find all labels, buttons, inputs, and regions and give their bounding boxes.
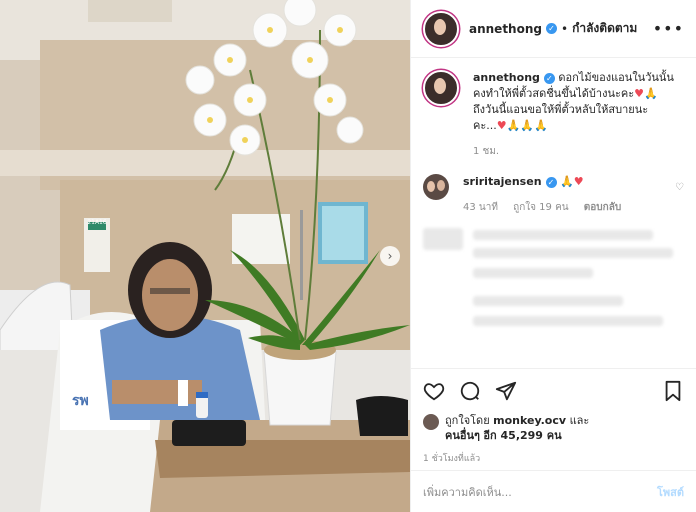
comment-username[interactable]: sriritajensen: [463, 175, 542, 188]
bookmark-icon[interactable]: [662, 380, 684, 402]
hospital-room-photo: [0, 0, 410, 512]
verified-icon: ✓: [543, 72, 555, 84]
comment-item: sriritajensen ✓ 🙏♥ 43 นาที ถูกใจ 19 คน ตอ…: [423, 174, 684, 216]
reply-button[interactable]: ตอบกลับ: [584, 202, 621, 213]
pray-emoji-icon: 🙏🙏🙏: [506, 119, 548, 132]
caption: annethong ✓ ดอกไม้ของแอนในวันนั้น คงทำให้…: [423, 70, 684, 160]
heart-emoji-icon: ♥: [496, 119, 507, 132]
liked-by-prefix: ถูกใจโดย: [445, 414, 490, 427]
add-comment-input[interactable]: เพิ่มความคิดเห็น...: [423, 483, 512, 501]
post-comment-button[interactable]: โพสต์: [657, 483, 684, 501]
caption-line-4: คะ...: [473, 119, 497, 132]
sheet-text: รพ: [72, 393, 89, 409]
caption-time[interactable]: 1 ชม.: [473, 146, 499, 157]
caption-username[interactable]: annethong: [473, 71, 540, 84]
pray-emoji-icon: 🙏: [560, 175, 574, 188]
avatar[interactable]: [423, 10, 459, 47]
liked-by-user[interactable]: monkey.ocv: [493, 414, 566, 427]
caption-line-2: คงทำให้พี่ตั้วสดชื่นขึ้นได้บ้างนะคะ: [473, 87, 635, 100]
separator-dot: •: [560, 21, 569, 36]
liked-by: ถูกใจโดย monkey.ocv และ คนอื่นๆ อีก 45,2…: [423, 413, 684, 443]
others-prefix[interactable]: คนอื่นๆ: [445, 429, 480, 442]
post-panel: annethong ✓ • กำลังติดตาม ••• annethong ✓…: [410, 0, 696, 512]
post-photo[interactable]: 21A16 รพ ›: [0, 0, 410, 512]
blurred-comments: [423, 228, 684, 326]
follow-button[interactable]: กำลังติดตาม: [572, 19, 637, 38]
comment-icon[interactable]: [459, 380, 481, 402]
like-icon[interactable]: [423, 380, 445, 402]
room-sign: 21A16: [87, 219, 107, 226]
comment-like-icon[interactable]: ♡: [675, 182, 684, 193]
comment-likes[interactable]: ถูกใจ 19 คน: [513, 202, 568, 213]
pray-emoji-icon: 🙏: [644, 87, 658, 100]
comment-time[interactable]: 43 นาที: [463, 202, 498, 213]
comments-list[interactable]: annethong ✓ ดอกไม้ของแอนในวันนั้น คงทำให้…: [411, 58, 696, 368]
others-count[interactable]: อีก 45,299 คน: [483, 429, 561, 442]
comment-composer: เพิ่มความคิดเห็น... โพสต์: [411, 470, 696, 512]
post-timestamp[interactable]: 1 ชั่วโมงที่แล้ว: [423, 451, 684, 465]
avatar[interactable]: [423, 414, 439, 430]
verified-icon: ✓: [545, 176, 557, 188]
next-photo-button[interactable]: ›: [380, 246, 400, 266]
and-label: และ: [569, 414, 590, 427]
more-options-icon[interactable]: •••: [653, 19, 684, 38]
post-actions: ถูกใจโดย monkey.ocv และ คนอื่นๆ อีก 45,2…: [411, 368, 696, 465]
chevron-right-icon: ›: [387, 249, 393, 263]
comment-avatar[interactable]: [423, 174, 449, 200]
heart-emoji-icon: ♥: [573, 175, 584, 188]
post-header: annethong ✓ • กำลังติดตาม •••: [411, 0, 696, 58]
caption-line-3: ถึงวันนี้แอนขอให้พี่ตั้วหลับให้สบายนะ: [473, 103, 649, 116]
share-icon[interactable]: [495, 380, 517, 402]
caption-avatar[interactable]: [423, 70, 459, 106]
verified-icon: ✓: [545, 23, 557, 34]
caption-line-1: ดอกไม้ของแอนในวันนั้น: [558, 71, 674, 84]
heart-emoji-icon: ♥: [634, 87, 645, 100]
header-username[interactable]: annethong: [469, 22, 542, 36]
